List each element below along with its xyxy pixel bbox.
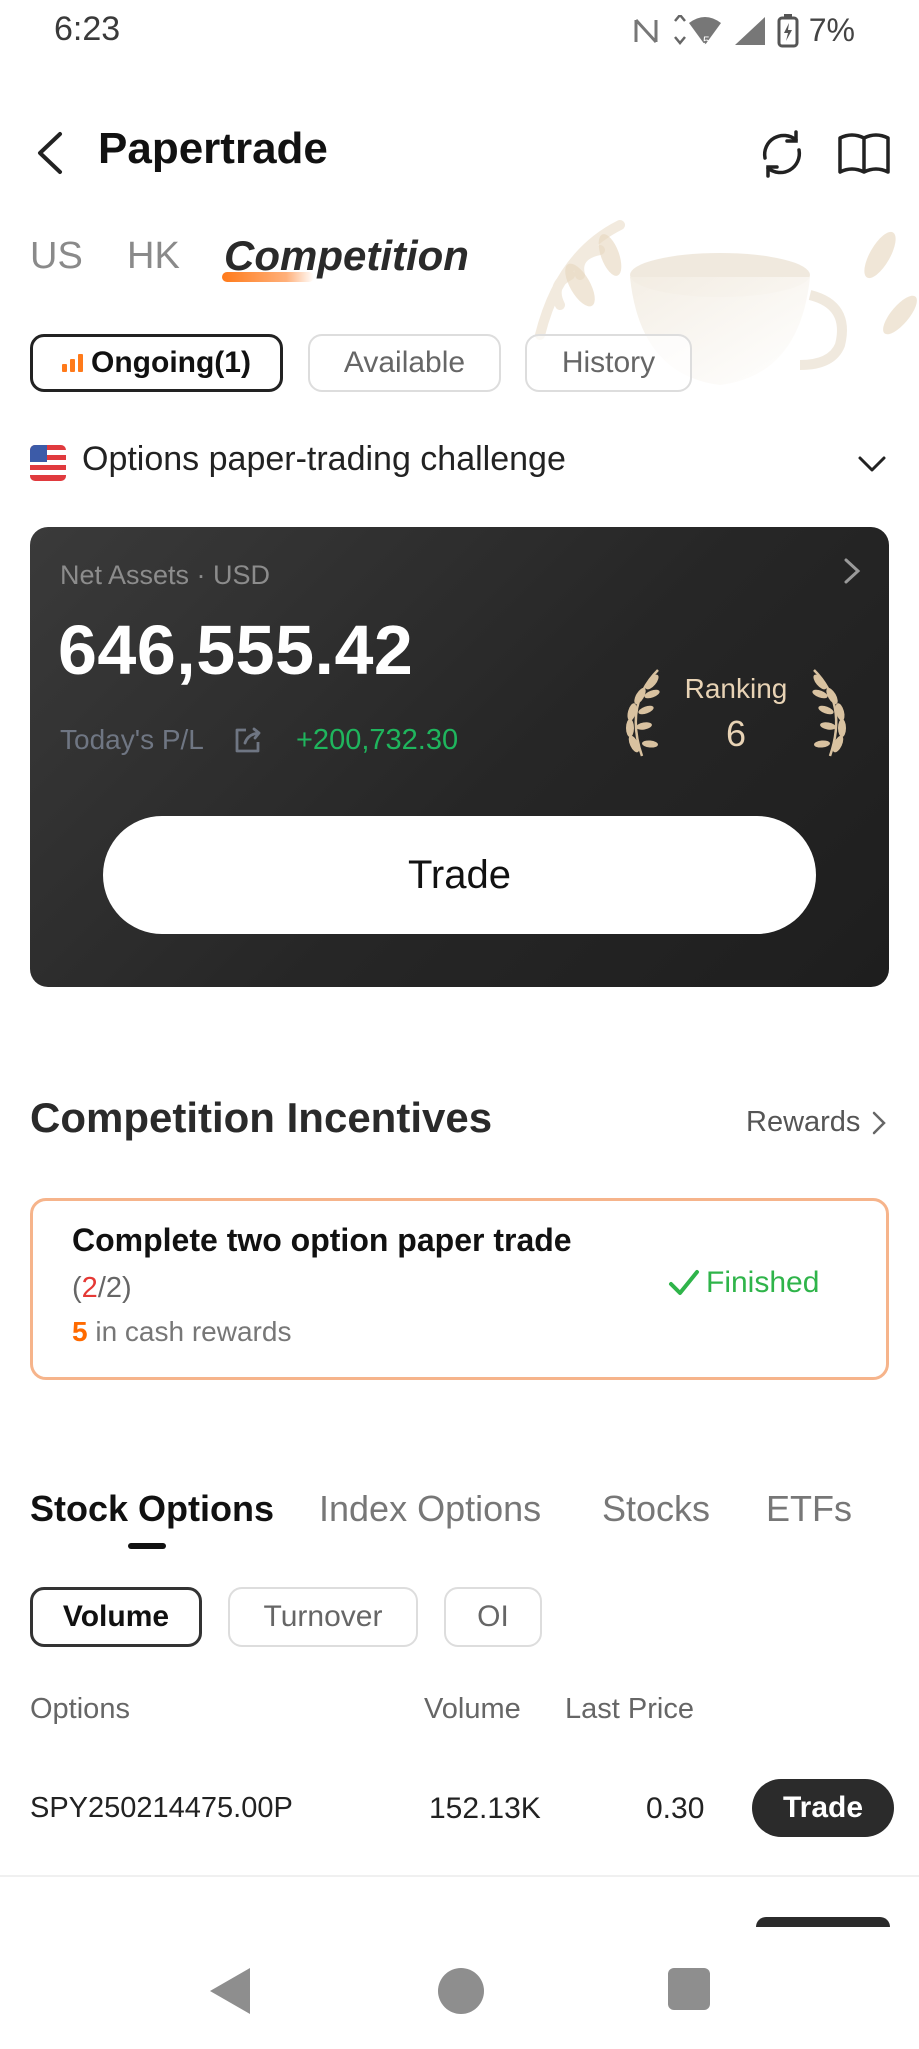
nfc-icon bbox=[634, 18, 658, 43]
battery-level: 7% bbox=[808, 12, 855, 48]
pill-available[interactable]: Available bbox=[308, 334, 501, 392]
filter-oi[interactable]: OI bbox=[444, 1587, 542, 1647]
filter-volume-label: Volume bbox=[62, 1600, 170, 1633]
reward-text: in cash rewards bbox=[87, 1316, 292, 1347]
next-row-trade-button[interactable] bbox=[756, 1917, 890, 1927]
filter-turnover-label: Turnover bbox=[263, 1600, 383, 1633]
task-status-label: Finished bbox=[706, 1266, 820, 1299]
checkmark-icon bbox=[669, 1270, 699, 1295]
net-assets-value: 646,555.42 bbox=[58, 611, 414, 689]
tab-index-options[interactable]: Index Options bbox=[319, 1488, 541, 1530]
tab-competition[interactable]: Competition bbox=[224, 232, 469, 280]
today-pl-label: Today's P/L bbox=[60, 724, 204, 755]
net-assets-label: Net Assets · USD bbox=[60, 560, 271, 590]
chevron-right-icon[interactable] bbox=[840, 556, 864, 586]
rewards-link[interactable]: Rewards bbox=[746, 1106, 888, 1139]
tab-stocks[interactable]: Stocks bbox=[602, 1488, 710, 1530]
tab-etfs[interactable]: ETFs bbox=[766, 1488, 852, 1530]
refresh-icon[interactable] bbox=[756, 128, 808, 180]
nav-recents-icon[interactable] bbox=[668, 1968, 710, 2010]
challenge-selector[interactable]: Options paper-trading challenge bbox=[82, 440, 566, 479]
pill-history[interactable]: History bbox=[525, 334, 692, 392]
row-last-price: 0.30 bbox=[646, 1792, 705, 1825]
share-icon[interactable] bbox=[232, 724, 264, 756]
filter-oi-label: OI bbox=[477, 1600, 509, 1633]
chevron-right-icon bbox=[873, 1111, 887, 1134]
chevron-down-icon[interactable] bbox=[856, 448, 888, 480]
row-symbol[interactable]: SPY250214475.00P bbox=[30, 1792, 293, 1825]
tab-stock-options[interactable]: Stock Options bbox=[30, 1488, 274, 1530]
network-badge: 5 bbox=[703, 34, 710, 47]
nav-home-icon[interactable] bbox=[438, 1968, 484, 2014]
task-status: Finished bbox=[668, 1266, 819, 1300]
task-reward: 5 in cash rewards bbox=[72, 1316, 291, 1348]
bar-chart-icon bbox=[62, 354, 84, 372]
row-trade-button[interactable]: Trade bbox=[752, 1779, 894, 1837]
laurel-right-icon bbox=[812, 669, 846, 757]
column-last-price[interactable]: Last Price bbox=[565, 1693, 694, 1726]
filter-volume[interactable]: Volume bbox=[30, 1587, 202, 1647]
ranking-label: Ranking bbox=[684, 673, 788, 704]
pill-ongoing[interactable]: Ongoing(1) bbox=[30, 334, 283, 392]
status-icons: 5 7% bbox=[631, 12, 855, 49]
progress-open: ( bbox=[72, 1272, 82, 1304]
row-divider bbox=[0, 1875, 919, 1877]
page-title: Papertrade bbox=[98, 124, 328, 173]
laurel-left-icon bbox=[626, 669, 660, 757]
battery-charging-icon bbox=[777, 13, 799, 47]
progress-total: /2) bbox=[97, 1272, 132, 1304]
tab-hk[interactable]: HK bbox=[127, 235, 180, 278]
column-volume[interactable]: Volume bbox=[424, 1693, 521, 1726]
task-progress: (2/2) bbox=[72, 1272, 132, 1305]
book-icon[interactable] bbox=[836, 130, 892, 178]
back-icon[interactable] bbox=[28, 128, 72, 178]
column-options[interactable]: Options bbox=[30, 1693, 130, 1726]
signal-icon bbox=[734, 16, 765, 45]
progress-done: 2 bbox=[81, 1272, 98, 1304]
task-title: Complete two option paper trade bbox=[72, 1222, 572, 1258]
wifi-icon: 5 bbox=[673, 14, 721, 47]
pill-ongoing-label: Ongoing(1) bbox=[91, 346, 251, 379]
reward-amount: 5 bbox=[72, 1316, 88, 1347]
pill-history-label: History bbox=[561, 346, 656, 379]
status-time: 6:23 bbox=[54, 10, 121, 48]
pill-available-label: Available bbox=[343, 346, 466, 379]
rewards-link-label: Rewards bbox=[746, 1106, 861, 1138]
trade-button[interactable]: Trade bbox=[103, 816, 816, 934]
nav-back-icon[interactable] bbox=[208, 1966, 252, 2016]
ranking-value: 6 bbox=[725, 713, 747, 754]
option-tab-indicator bbox=[128, 1543, 166, 1549]
filter-turnover[interactable]: Turnover bbox=[228, 1587, 418, 1647]
incentives-title: Competition Incentives bbox=[30, 1094, 493, 1141]
row-volume: 152.13K bbox=[429, 1792, 541, 1825]
us-flag-icon bbox=[30, 445, 66, 481]
tab-us[interactable]: US bbox=[30, 235, 83, 278]
today-pl-value: +200,732.30 bbox=[296, 724, 459, 756]
